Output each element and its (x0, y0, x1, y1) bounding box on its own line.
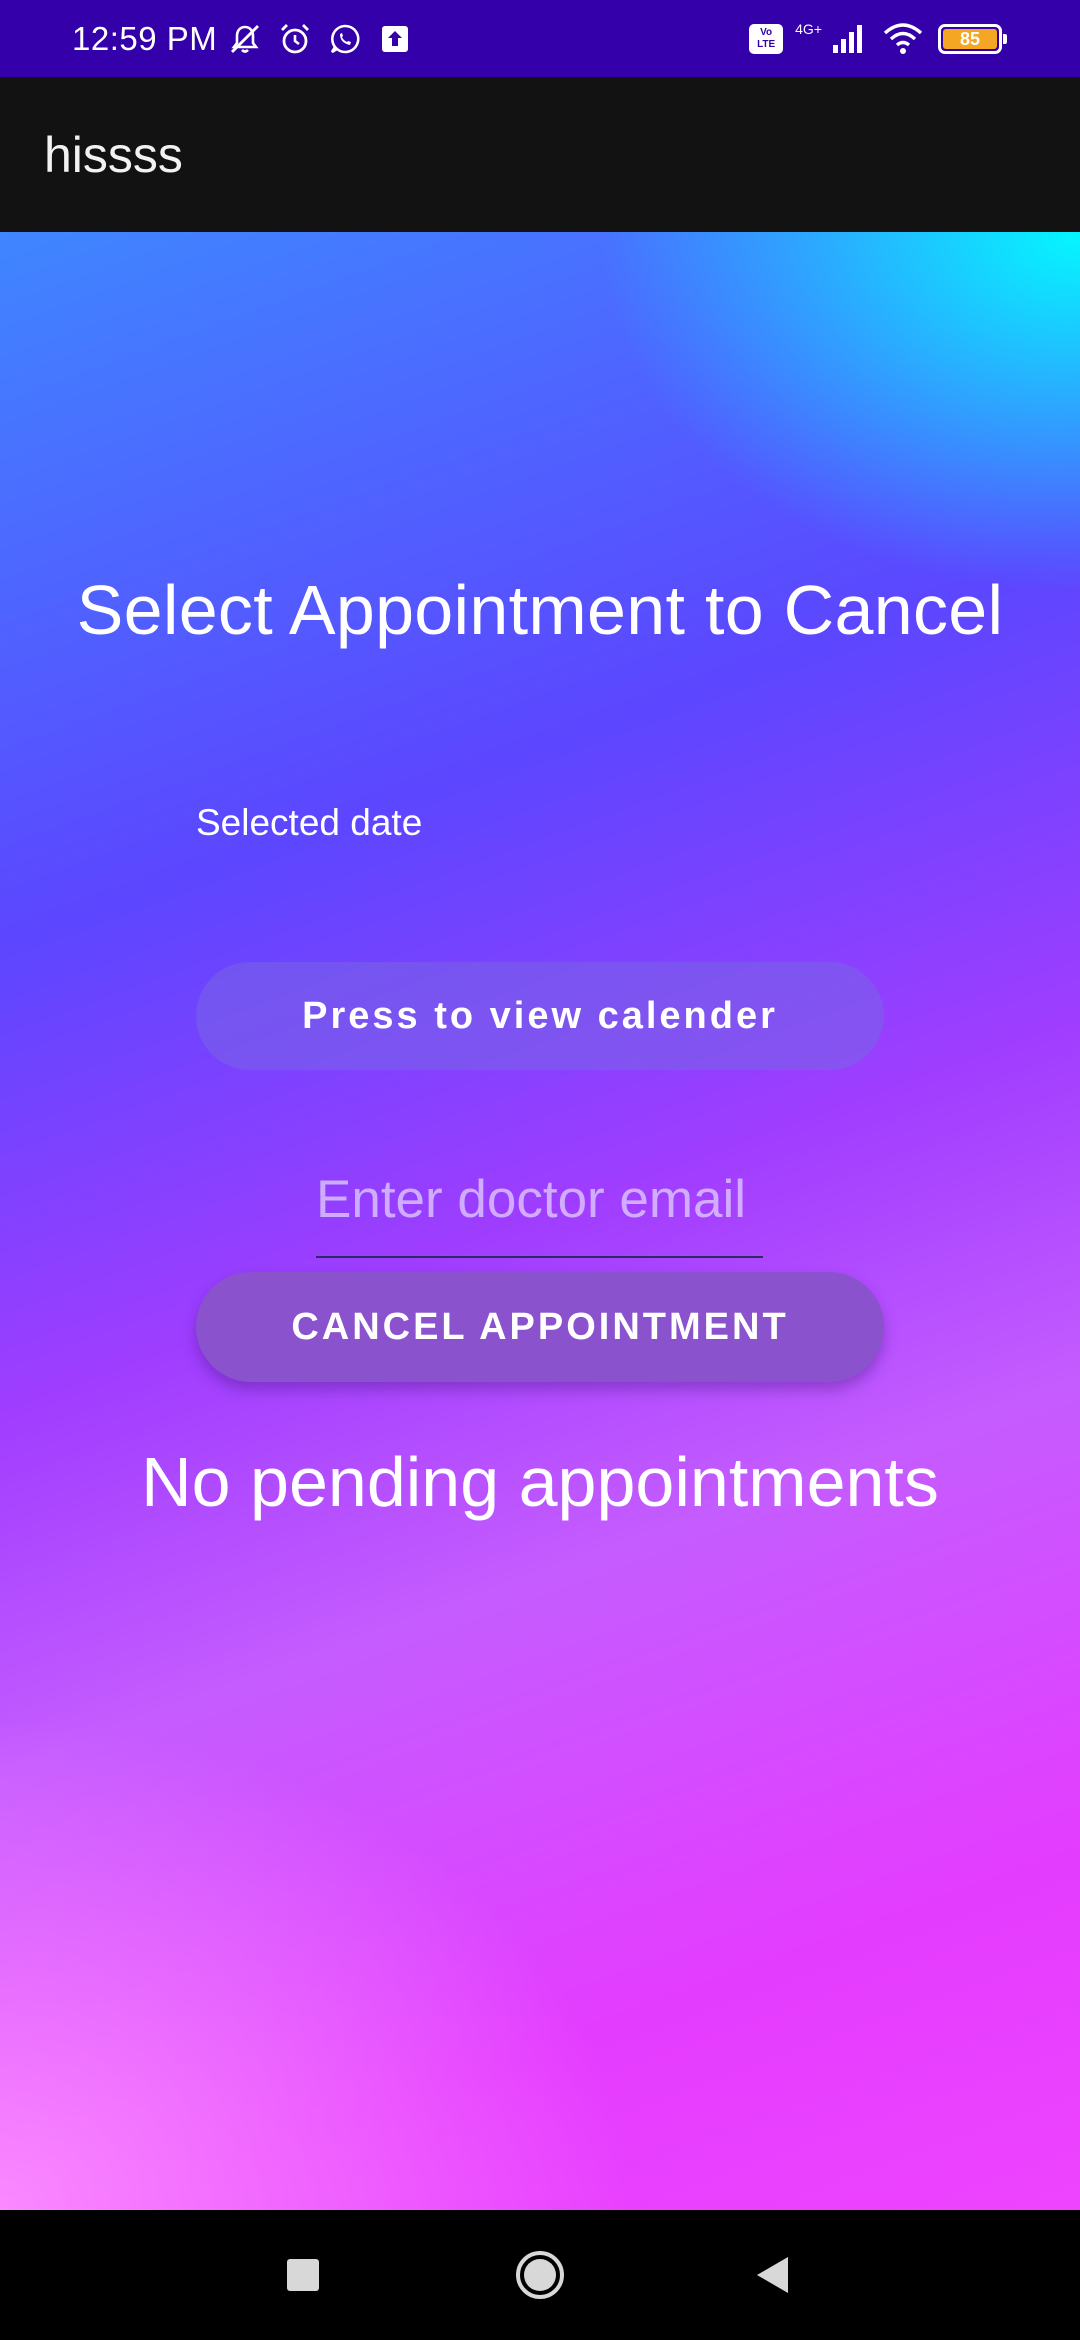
volte-line1: Vo (760, 26, 773, 38)
selected-date-label: Selected date (196, 802, 423, 843)
doctor-email-field (316, 1142, 763, 1258)
signal-icon (833, 24, 862, 53)
app-bar: hissss (0, 77, 1080, 232)
upload-icon (382, 25, 409, 52)
cancel-appointment-button[interactable]: CANCEL APPOINTMENT (196, 1272, 884, 1382)
empty-state-message: No pending appointments (141, 1443, 939, 1521)
whatsapp-icon (331, 24, 360, 53)
volte-line2: LTE (757, 38, 776, 50)
navigation-bar (0, 2210, 1080, 2340)
recents-button[interactable] (238, 2210, 368, 2340)
app-title: hissss (44, 126, 183, 183)
wifi-icon (883, 22, 923, 54)
view-calendar-button[interactable]: Press to view calender (196, 962, 884, 1070)
page-heading: Select Appointment to Cancel (76, 571, 1004, 649)
home-button[interactable] (475, 2210, 605, 2340)
doctor-email-input[interactable] (316, 1142, 763, 1258)
status-left-icons (227, 21, 413, 57)
status-time: 12:59 PM (72, 19, 218, 57)
battery-level: 85 (943, 28, 997, 49)
muted-notification-icon (231, 24, 260, 53)
battery-icon: 85 (938, 23, 1007, 54)
back-icon (757, 2257, 788, 2293)
network-type: 4G+ (795, 20, 822, 37)
alarm-icon (281, 23, 310, 53)
volte-icon: Vo LTE (749, 23, 784, 54)
back-button[interactable] (707, 2210, 837, 2340)
status-right-icons: Vo LTE 4G+ 85 (749, 0, 1007, 77)
recents-icon (287, 2259, 319, 2291)
status-bar: 12:59 PM Vo LTE 4G+ 85 (0, 0, 1080, 77)
home-icon (516, 2251, 564, 2299)
main-content: Select Appointment to Cancel Selected da… (0, 232, 1080, 2210)
